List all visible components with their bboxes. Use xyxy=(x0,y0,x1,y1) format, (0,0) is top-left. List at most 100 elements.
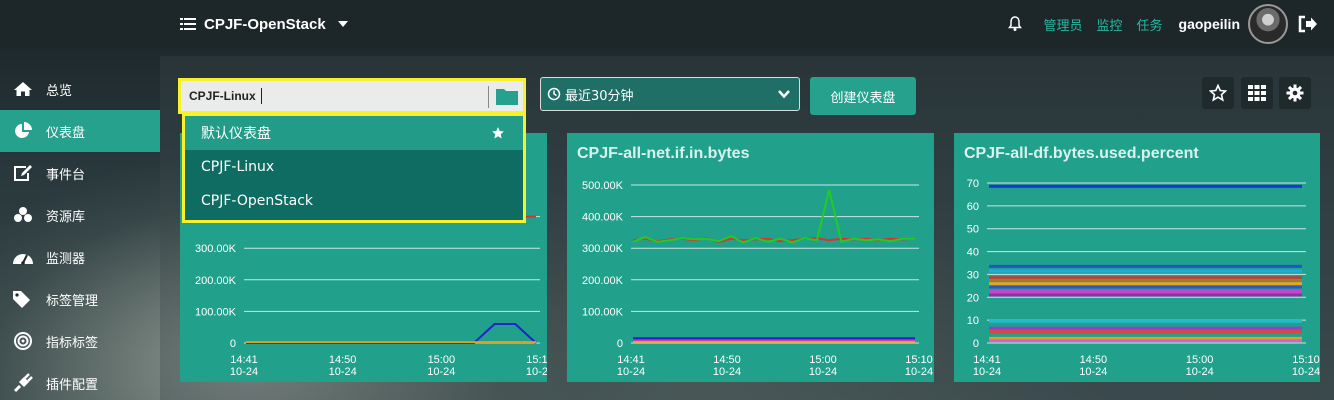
x-tick-label: 14:41 xyxy=(617,354,645,366)
settings-button[interactable] xyxy=(1279,77,1311,109)
home-icon xyxy=(12,79,34,99)
star-icon xyxy=(1209,84,1227,102)
line-chart: 01020304050607014:4110-2414:5010-2415:00… xyxy=(967,178,1320,378)
x-tick-label: 15:10 xyxy=(905,354,933,366)
caret-down-icon xyxy=(337,21,348,27)
x-tick-date-label: 10-24 xyxy=(427,366,455,378)
sidebar-item-plugins[interactable]: 插件配置 xyxy=(0,362,160,400)
sidebar-item-metric-tags[interactable]: 指标标签 xyxy=(0,320,160,362)
x-tick-date-label: 10-24 xyxy=(905,366,933,378)
dropdown-item-label: 默认仪表盘 xyxy=(201,126,271,142)
dashboard-select-value: CPJF-Linux xyxy=(189,89,256,103)
y-tick-label: 500.00K xyxy=(582,180,624,192)
sidebar-item-label: 事件台 xyxy=(46,167,86,183)
gear-icon xyxy=(1286,84,1304,102)
grid-icon xyxy=(1248,85,1266,101)
time-range-select[interactable]: 最近30分钟 xyxy=(540,77,800,111)
chevron-down-icon xyxy=(778,90,790,99)
nav-monitor-link[interactable]: 监控 xyxy=(1097,15,1123,34)
x-tick-label: 15:00 xyxy=(1186,354,1214,366)
pie-chart-icon xyxy=(12,121,34,141)
dashboard-gauge-icon xyxy=(12,247,34,267)
x-tick-label: 14:41 xyxy=(230,354,258,366)
y-tick-label: 20 xyxy=(967,292,979,304)
list-icon xyxy=(180,18,196,30)
y-tick-label: 400.00K xyxy=(582,212,624,224)
dropdown-item-cpjf-openstack[interactable]: CPJF-OpenStack xyxy=(185,184,523,218)
y-tick-label: 0 xyxy=(973,338,979,350)
project-menu-label: CPJF-OpenStack xyxy=(204,15,326,33)
x-tick-date-label: 10-24 xyxy=(1186,366,1214,378)
star-icon[interactable] xyxy=(491,126,505,140)
divider xyxy=(488,86,489,108)
logout-icon[interactable] xyxy=(1298,15,1318,33)
y-tick-label: 100.00K xyxy=(195,306,237,318)
bell-icon[interactable] xyxy=(1007,16,1022,32)
x-tick-date-label: 10-24 xyxy=(1079,366,1107,378)
x-tick-label: 14:41 xyxy=(973,354,1001,366)
y-tick-label: 100.00K xyxy=(582,306,624,318)
x-tick-date-label: 10-24 xyxy=(713,366,741,378)
x-tick-date-label: 10-24 xyxy=(973,366,1001,378)
dashboard-dropdown-list: 默认仪表盘 CPJF-Linux CPJF-OpenStack xyxy=(182,113,526,223)
y-tick-label: 30 xyxy=(967,269,979,281)
x-tick-date-label: 10-24 xyxy=(1292,366,1320,378)
dashboard-select-input[interactable]: CPJF-Linux xyxy=(178,78,526,114)
sidebar-item-overview[interactable]: 总览 xyxy=(0,68,160,110)
sidebar-item-monitors[interactable]: 监测器 xyxy=(0,236,160,278)
chart-panel[interactable]: CPJF-all-net.if.in.bytes 0 100.00K 200.00K… xyxy=(567,133,934,382)
x-tick-date-label: 10-24 xyxy=(526,366,547,378)
y-tick-label: 200.00K xyxy=(195,275,237,287)
text-cursor xyxy=(261,88,262,104)
edit-icon xyxy=(12,163,34,183)
dropdown-item-label: CPJF-OpenStack xyxy=(201,193,313,209)
folder-icon[interactable] xyxy=(495,86,519,106)
x-tick-label: 14:50 xyxy=(329,354,357,366)
sidebar-item-label: 插件配置 xyxy=(46,377,99,393)
y-tick-label: 300.00K xyxy=(582,243,624,255)
x-tick-label: 15:00 xyxy=(428,354,456,366)
x-tick-label: 15:00 xyxy=(809,354,837,366)
nav-admin-link[interactable]: 管理员 xyxy=(1044,15,1083,34)
cubes-icon xyxy=(12,205,34,225)
sidebar-item-label: 标签管理 xyxy=(46,293,99,309)
sidebar-item-dashboard[interactable]: 仪表盘 xyxy=(0,110,160,152)
create-dashboard-button[interactable]: 创建仪表盘 xyxy=(810,77,916,115)
x-tick-date-label: 10-24 xyxy=(617,366,645,378)
dropdown-item-cpjf-linux[interactable]: CPJF-Linux xyxy=(185,150,523,184)
plug-icon xyxy=(12,373,34,393)
favorite-button[interactable] xyxy=(1202,77,1234,109)
y-tick-label: 300.00K xyxy=(195,243,237,255)
project-menu-button[interactable]: CPJF-OpenStack xyxy=(180,14,348,34)
y-tick-label: 60 xyxy=(967,201,979,213)
y-tick-label: 50 xyxy=(967,224,979,236)
chart-panel[interactable]: CPJF-all-df.bytes.used.percent 0 10 20 30 40… xyxy=(954,133,1320,382)
sidebar-item-events[interactable]: 事件台 xyxy=(0,152,160,194)
y-tick-label: 0 xyxy=(230,338,236,350)
y-tick-label: 200.00K xyxy=(582,275,624,287)
dropdown-item-label: CPJF-Linux xyxy=(201,159,275,175)
time-range-label: 最近30分钟 xyxy=(565,88,634,104)
y-tick-label: 70 xyxy=(967,178,979,190)
x-tick-date-label: 10-24 xyxy=(809,366,837,378)
username[interactable]: gaopeilin xyxy=(1179,16,1240,32)
sidebar-item-label: 指标标签 xyxy=(46,335,99,351)
sidebar: 总览 仪表盘 事件台 资源库 监测器 标签管理 指标标签 插件配置 xyxy=(0,68,160,400)
grid-view-button[interactable] xyxy=(1241,77,1273,109)
sidebar-item-resources[interactable]: 资源库 xyxy=(0,194,160,236)
dropdown-item-default-dashboard[interactable]: 默认仪表盘 xyxy=(185,116,523,150)
x-tick-label: 15:10 xyxy=(526,354,547,366)
sidebar-item-label: 资源库 xyxy=(46,209,86,225)
x-tick-date-label: 10-24 xyxy=(329,366,357,378)
target-icon xyxy=(12,331,34,351)
sidebar-item-label: 监测器 xyxy=(46,251,86,267)
x-tick-date-label: 10-24 xyxy=(230,366,258,378)
y-tick-label: 10 xyxy=(967,315,979,327)
x-tick-label: 14:50 xyxy=(1080,354,1108,366)
avatar[interactable] xyxy=(1248,4,1288,44)
clock-icon xyxy=(547,87,561,101)
series-line xyxy=(246,323,537,344)
x-tick-label: 14:50 xyxy=(713,354,741,366)
nav-tasks-link[interactable]: 任务 xyxy=(1137,15,1163,34)
sidebar-item-tags[interactable]: 标签管理 xyxy=(0,278,160,320)
